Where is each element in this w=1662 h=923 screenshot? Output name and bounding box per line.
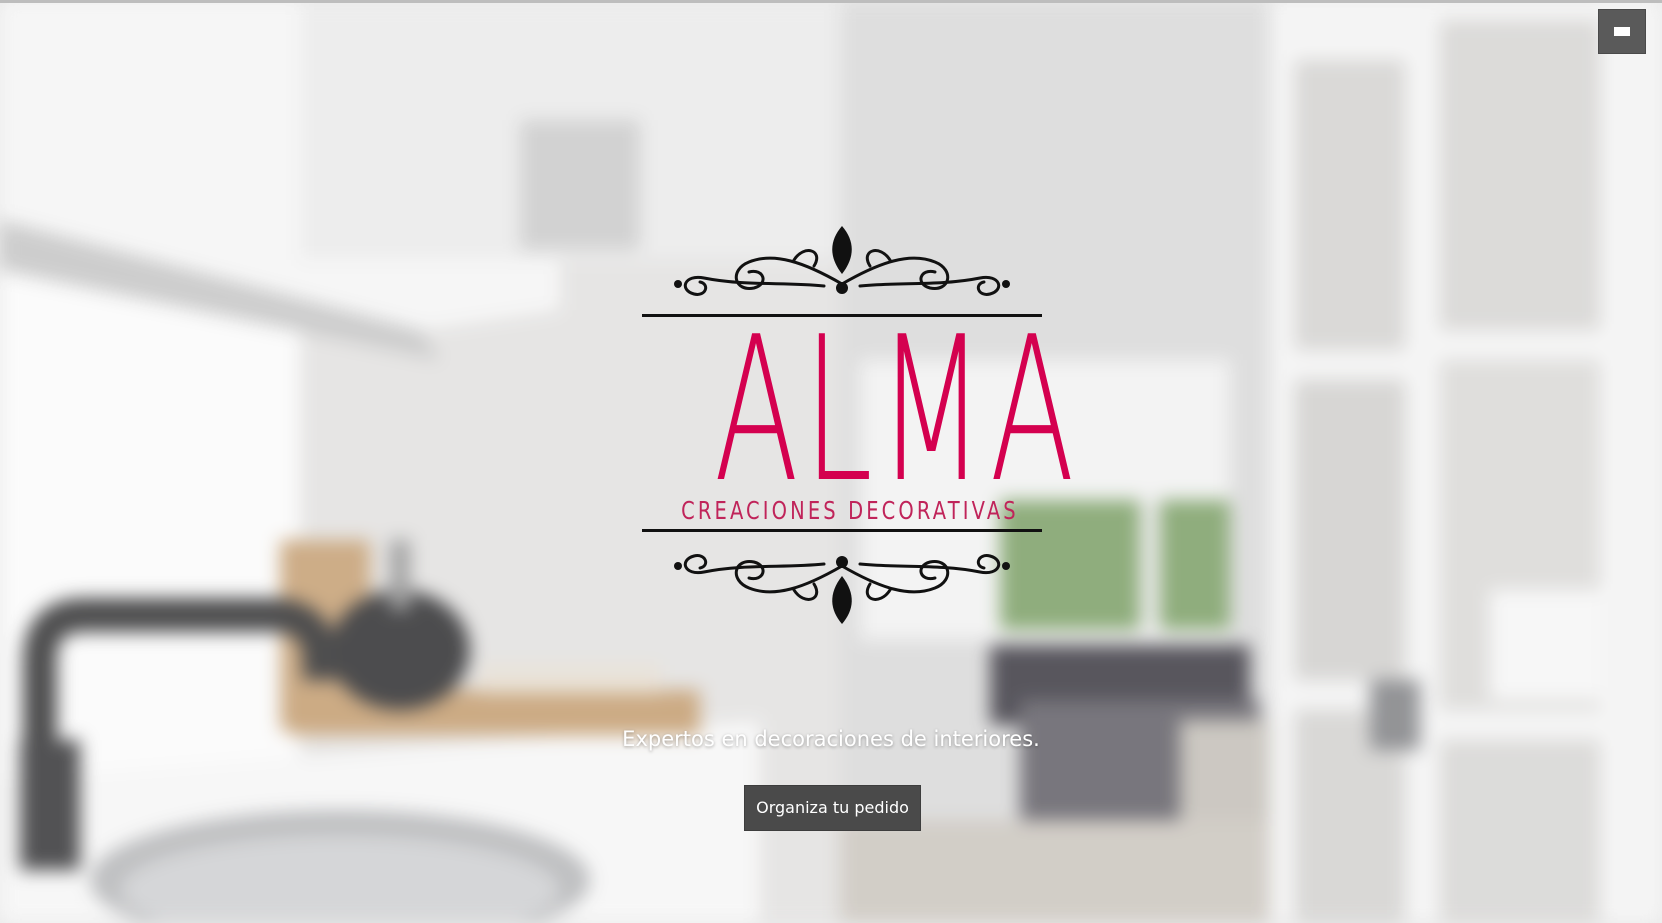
brand-subtitle: CREACIONES DECORATIVAS: [681, 496, 1019, 525]
menu-toggle-button[interactable]: [1598, 9, 1646, 54]
brand-name: ALMA: [713, 294, 1080, 527]
organize-order-button[interactable]: Organiza tu pedido: [744, 785, 921, 831]
brand-logo: ALMA CREACIONES DECORATIVAS: [636, 222, 1080, 628]
hamburger-menu-icon: [1614, 27, 1630, 36]
hero-tagline: Expertos en decoraciones de interiores.: [622, 727, 1040, 751]
logo-rule-bottom: [642, 529, 1042, 532]
top-border: [0, 0, 1662, 3]
flourish-bottom-icon: [674, 554, 1010, 624]
page: ALMA CREACIONES DECORATIVAS Expertos en …: [0, 0, 1662, 923]
